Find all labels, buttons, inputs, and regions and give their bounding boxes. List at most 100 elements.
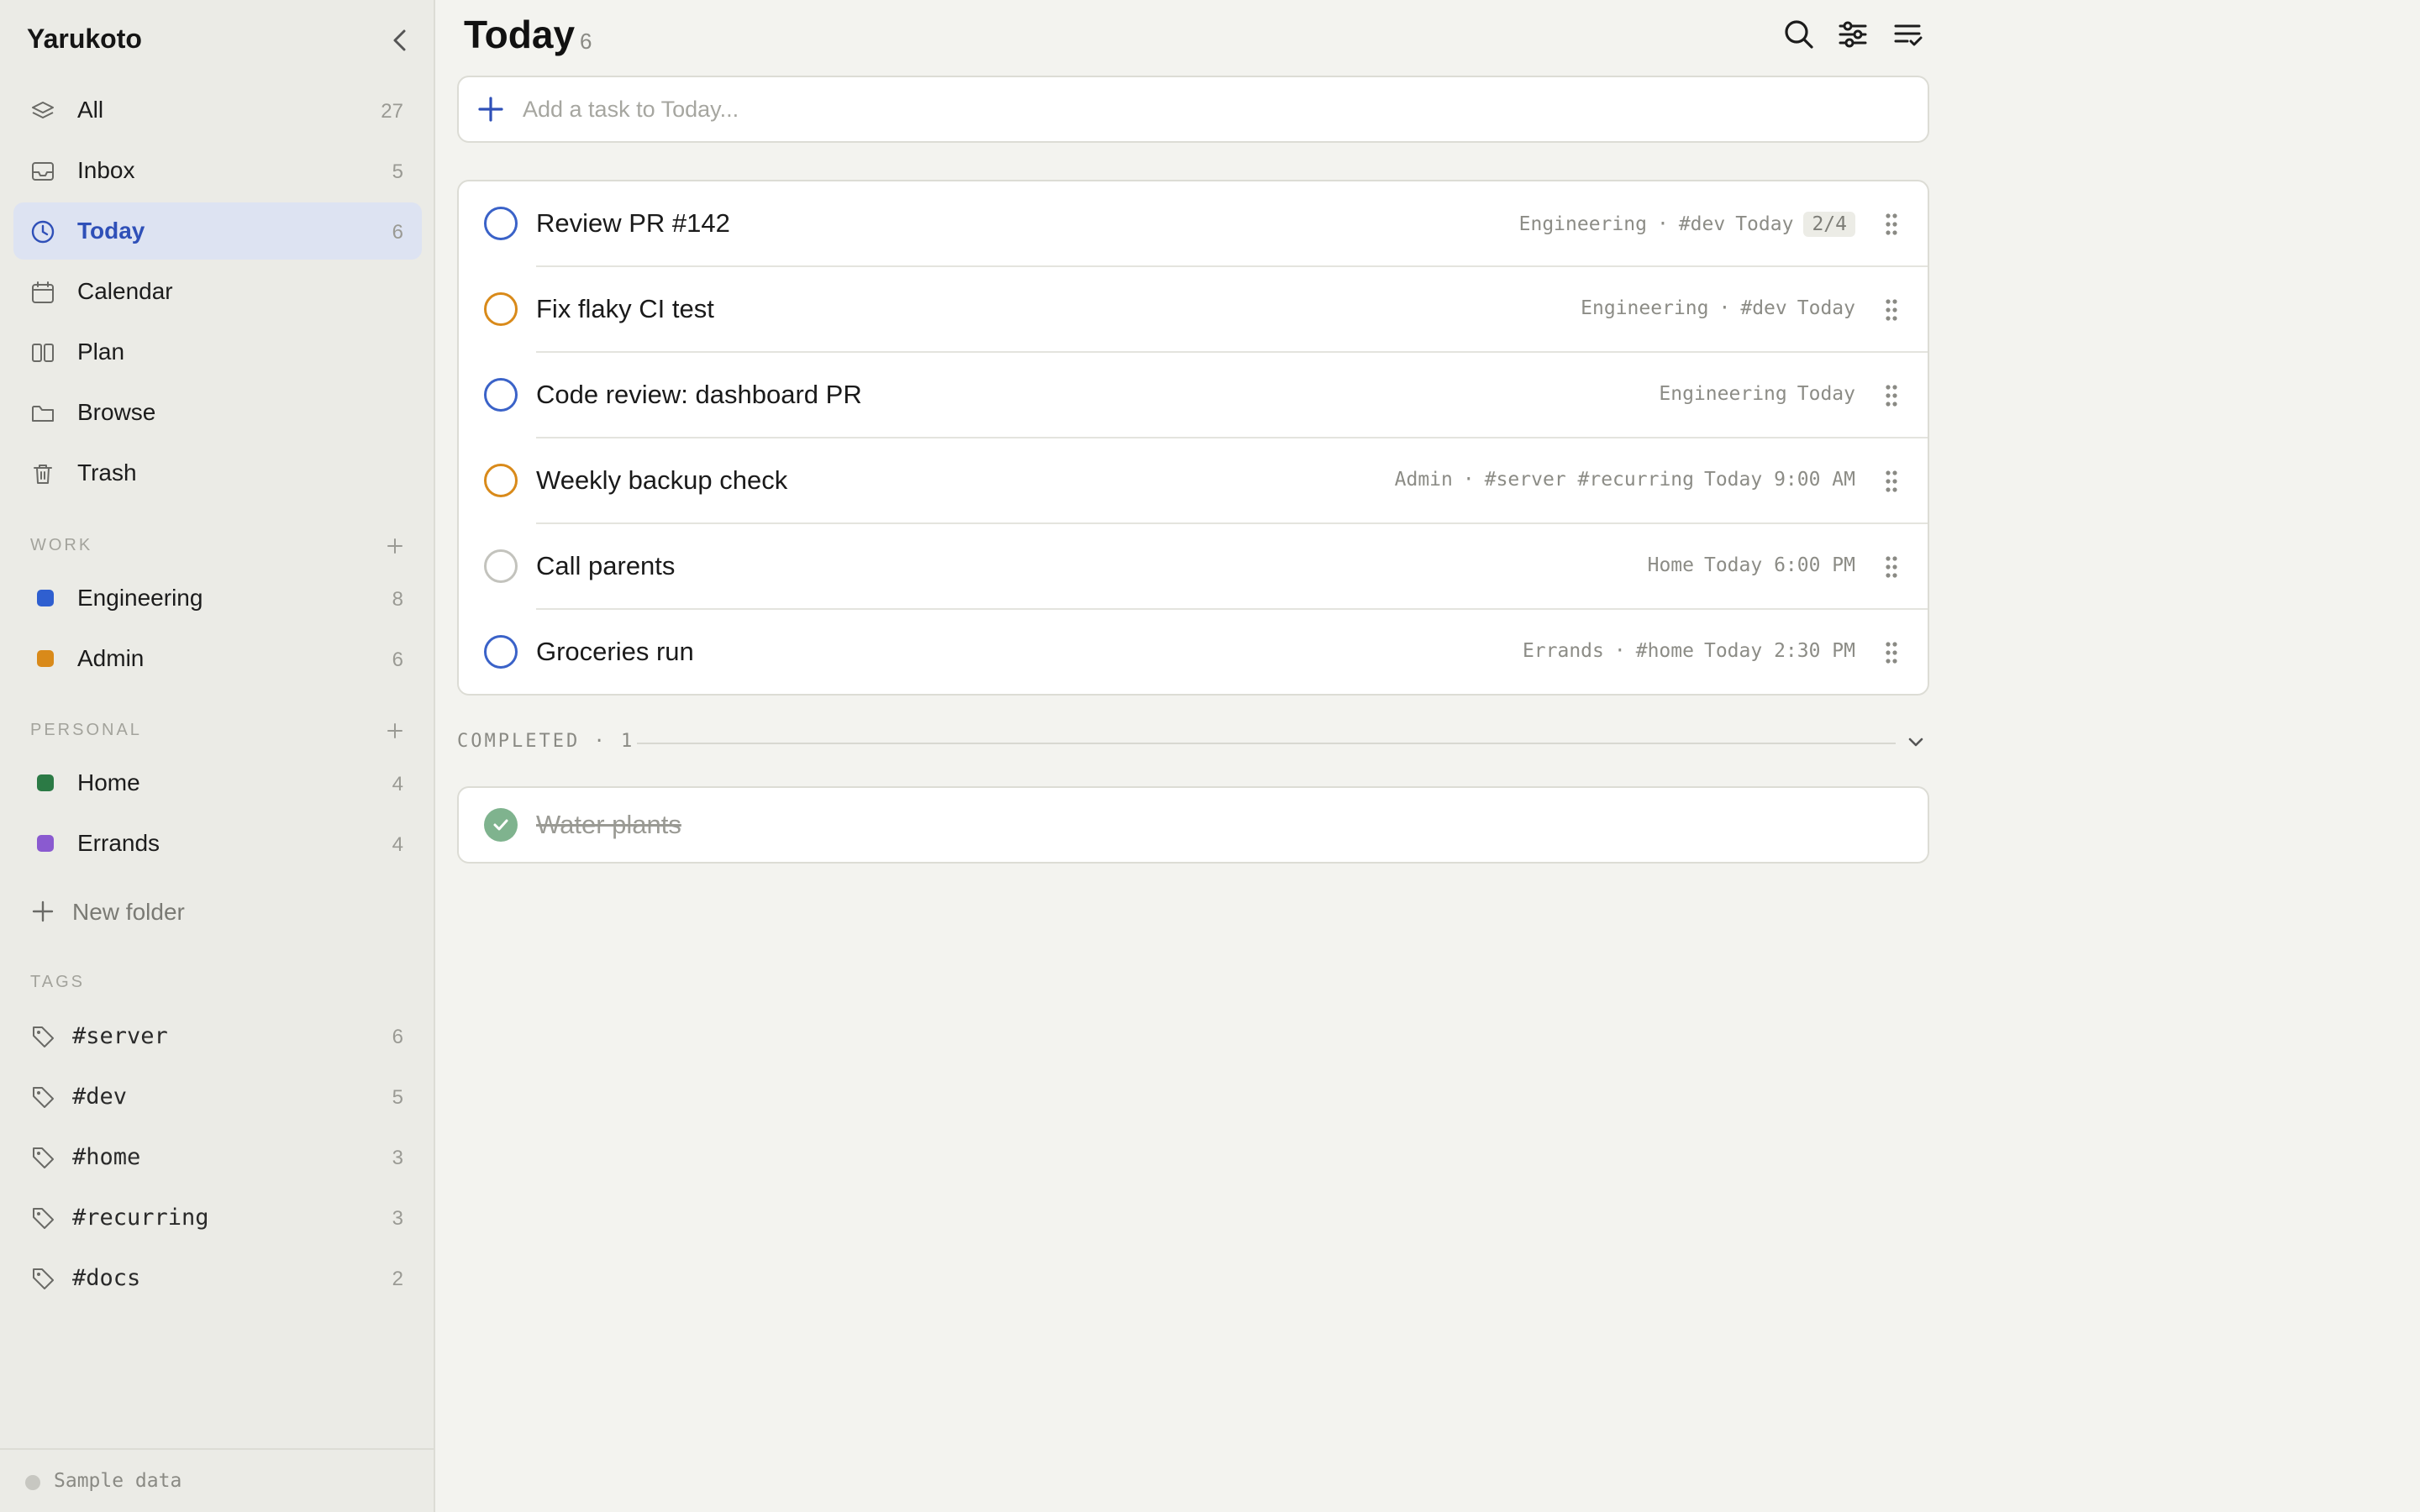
tag-item-docs[interactable]: #docs 2 [13, 1249, 422, 1306]
completed-section-header[interactable]: COMPLETED · 1 [457, 727, 1929, 761]
columns-icon [30, 340, 55, 365]
folder-item-engineering[interactable]: Engineering 8 [13, 570, 422, 627]
page-task-count: 6 [580, 29, 592, 54]
new-folder-label: New folder [72, 899, 185, 925]
task-row[interactable]: Fix flaky CI test Engineering · #dev Tod… [459, 267, 1928, 353]
tag-item-server[interactable]: #server 6 [13, 1007, 422, 1064]
task-folder: Engineering [1518, 213, 1647, 235]
search-button[interactable] [1780, 15, 1818, 54]
chevron-down-icon [1908, 738, 1923, 747]
add-folder-work-button[interactable] [383, 534, 407, 558]
new-folder-button[interactable]: New folder [13, 882, 422, 939]
subtask-progress-badge: 2/4 [1803, 212, 1855, 237]
tag-icon [30, 1084, 55, 1110]
task-meta: Engineering · #dev Today 2/4 [1519, 212, 1855, 237]
tag-count: 3 [392, 1207, 403, 1230]
tag-item-dev[interactable]: #dev 5 [13, 1068, 422, 1125]
page-title: Today [464, 13, 576, 56]
folder-color-dot [37, 590, 54, 606]
nav-item-trash[interactable]: Trash [13, 444, 422, 501]
drag-handle-icon[interactable] [1884, 640, 1899, 665]
completed-task-row[interactable]: Water plants [457, 786, 1929, 864]
add-task-input[interactable] [523, 86, 1867, 133]
task-row[interactable]: Call parents Home Today 6:00 PM [459, 524, 1928, 610]
task-row[interactable]: Weekly backup check Admin · #server #rec… [459, 438, 1928, 524]
task-checkbox[interactable] [484, 378, 518, 412]
task-row[interactable]: Code review: dashboard PR Engineering To… [459, 353, 1928, 438]
folder-color-dot [37, 774, 54, 791]
folder-count: 4 [392, 773, 403, 795]
nav-item-today[interactable]: Today 6 [13, 202, 422, 260]
tag-label: #home [72, 1144, 141, 1170]
folder-icon [30, 401, 55, 426]
folder-item-admin[interactable]: Admin 6 [13, 630, 422, 687]
task-folder: Home [1647, 554, 1694, 576]
drag-handle-icon[interactable] [1884, 383, 1899, 408]
folder-item-errands[interactable]: Errands 4 [13, 815, 422, 872]
task-row[interactable]: Groceries run Errands · #home Today 2:30… [459, 610, 1928, 694]
nav-item-inbox[interactable]: Inbox 5 [13, 142, 422, 199]
folder-count: 4 [392, 833, 403, 856]
filter-button[interactable] [1833, 15, 1872, 54]
task-tags: #home [1635, 640, 1694, 662]
task-meta: Errands · #home Today 2:30 PM [1523, 640, 1855, 662]
section-label-tags: TAGS [30, 973, 85, 991]
completed-toggle-button[interactable] [1902, 729, 1929, 756]
drag-handle-icon[interactable] [1884, 469, 1899, 494]
calendar-icon [30, 280, 55, 305]
inbox-icon [30, 159, 55, 184]
drag-handle-icon[interactable] [1884, 554, 1899, 580]
drag-handle-icon[interactable] [1884, 297, 1899, 323]
divider [637, 743, 1896, 744]
tag-icon [30, 1266, 55, 1291]
task-title: Groceries run [536, 637, 694, 666]
folder-label: Errands [77, 830, 160, 856]
folder-label: Admin [77, 645, 145, 671]
task-row[interactable]: Review PR #142 Engineering · #dev Today … [459, 181, 1928, 267]
nav-item-all[interactable]: All 27 [13, 81, 422, 139]
folder-item-home[interactable]: Home 4 [13, 754, 422, 811]
plus-icon [478, 97, 503, 122]
task-checkbox-checked[interactable] [484, 808, 518, 842]
collapse-sidebar-button[interactable] [385, 25, 415, 55]
task-checkbox[interactable] [484, 292, 518, 326]
nav-count: 5 [392, 160, 403, 183]
task-tags: #dev [1740, 297, 1787, 319]
tag-count: 6 [392, 1026, 403, 1048]
drag-handle-icon[interactable] [1884, 212, 1899, 237]
meta-separator: · [1462, 469, 1475, 491]
task-checkbox[interactable] [484, 207, 518, 240]
add-task-bar[interactable] [457, 76, 1929, 143]
section-label-personal: PERSONAL [30, 721, 142, 739]
task-checkbox[interactable] [484, 635, 518, 669]
task-title: Code review: dashboard PR [536, 380, 862, 409]
task-date: Today 9:00 AM [1703, 469, 1855, 491]
folder-label: Engineering [77, 585, 203, 611]
nav-item-browse[interactable]: Browse [13, 384, 422, 441]
add-folder-personal-button[interactable] [383, 719, 407, 743]
task-meta: Admin · #server #recurring Today 9:00 AM [1395, 469, 1855, 491]
nav-label: Calendar [77, 278, 173, 304]
task-tags: #dev [1678, 213, 1726, 235]
section-label-work: WORK [30, 536, 93, 554]
tag-label: #docs [72, 1265, 141, 1291]
list-check-icon [1894, 24, 1923, 46]
task-checkbox[interactable] [484, 549, 518, 583]
task-meta: Engineering · #dev Today [1581, 297, 1855, 319]
tag-count: 2 [392, 1268, 403, 1290]
tag-icon [30, 1145, 55, 1170]
sort-button[interactable] [1889, 15, 1928, 54]
nav-label: Plan [77, 339, 125, 365]
task-list: Review PR #142 Engineering · #dev Today … [457, 180, 1929, 696]
tag-item-recurring[interactable]: #recurring 3 [13, 1189, 422, 1246]
task-meta: Home Today 6:00 PM [1648, 554, 1855, 576]
nav-item-calendar[interactable]: Calendar [13, 263, 422, 320]
plus-icon [387, 538, 402, 554]
nav-item-plan[interactable]: Plan [13, 323, 422, 381]
tag-item-home[interactable]: #home 3 [13, 1128, 422, 1185]
trash-icon [30, 461, 55, 486]
layers-icon [30, 98, 55, 123]
task-date: Today [1797, 383, 1855, 405]
nav-label: Inbox [77, 157, 135, 183]
task-checkbox[interactable] [484, 464, 518, 497]
